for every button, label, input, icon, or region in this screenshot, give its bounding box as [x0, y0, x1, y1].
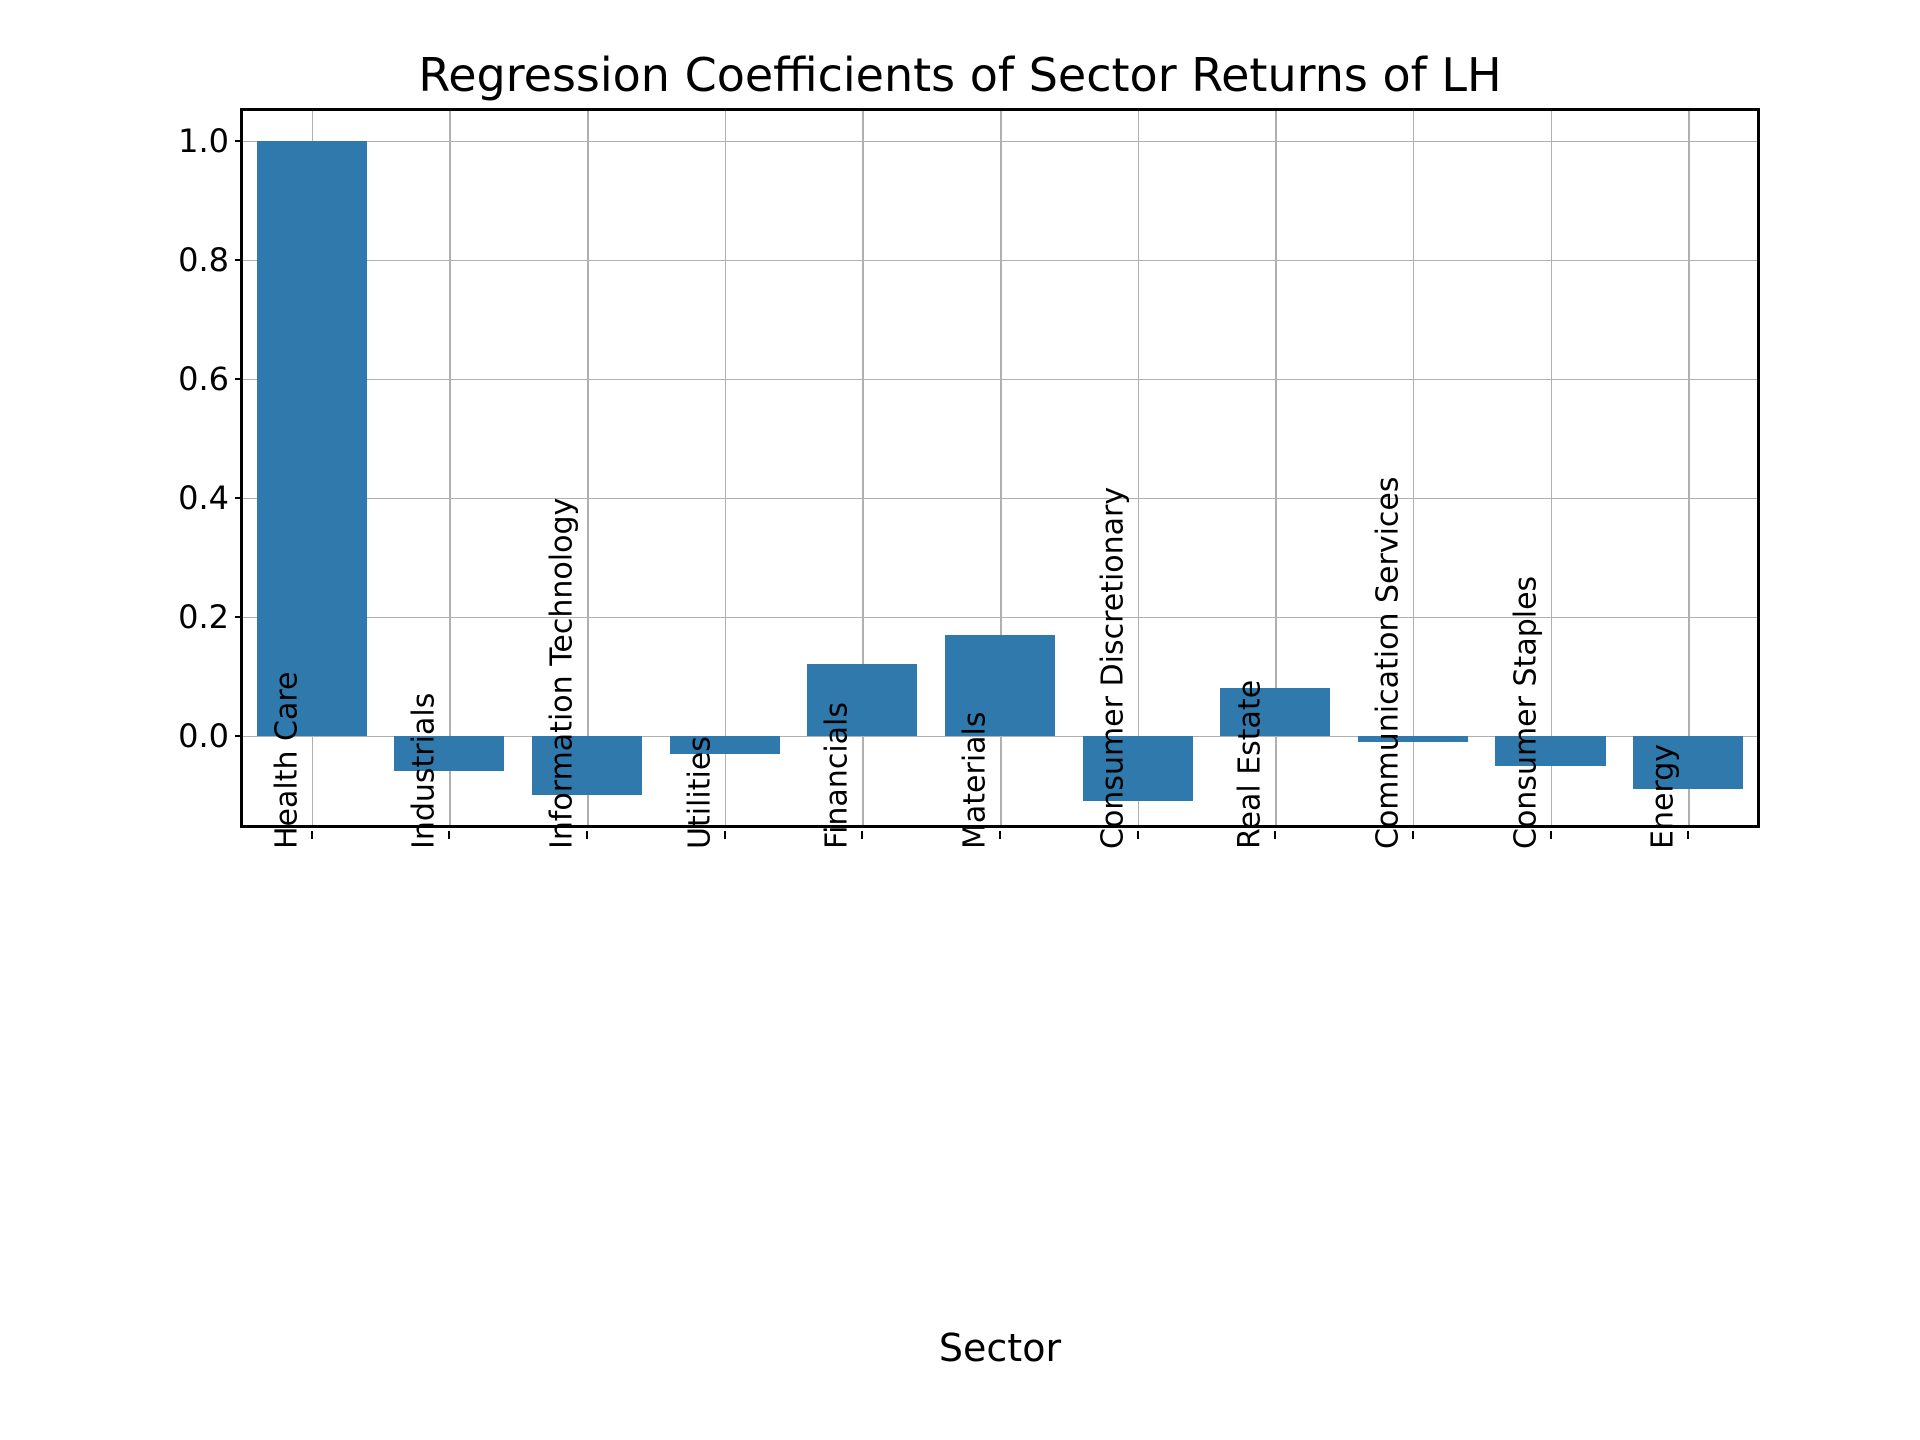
xtick-label: Utilities — [682, 736, 717, 849]
ytick-label: 0.2 — [149, 598, 229, 636]
bar — [257, 141, 367, 736]
ytick-mark — [235, 497, 243, 499]
gridline-v — [1551, 111, 1553, 825]
xtick-label: Materials — [958, 711, 993, 849]
ytick-label: 0.4 — [149, 479, 229, 517]
xtick-label: Energy — [1646, 744, 1681, 849]
xtick-mark — [724, 831, 726, 839]
xtick-mark — [1137, 831, 1139, 839]
plot-outer: Regression Coefficients 0.00.20.40.60.81… — [240, 108, 1760, 828]
xtick-label: Communication Services — [1370, 477, 1405, 850]
xtick-label: Real Estate — [1233, 680, 1268, 849]
ytick-label: 0.0 — [149, 717, 229, 755]
xtick-mark — [1412, 831, 1414, 839]
xtick-label: Industrials — [407, 693, 442, 849]
gridline-v — [1413, 111, 1415, 825]
xtick-label: Consumer Staples — [1508, 576, 1543, 849]
xtick-mark — [448, 831, 450, 839]
ytick-mark — [235, 259, 243, 261]
plot-area: 0.00.20.40.60.81.0Health CareIndustrials… — [240, 108, 1760, 828]
xtick-mark — [311, 831, 313, 839]
chart-title: Regression Coefficients of Sector Return… — [120, 40, 1800, 108]
xtick-label: Financials — [820, 702, 855, 849]
ytick-mark — [235, 616, 243, 618]
gridline-v — [449, 111, 451, 825]
ytick-label: 0.6 — [149, 360, 229, 398]
xtick-mark — [1687, 831, 1689, 839]
xtick-label: Consumer Discretionary — [1095, 487, 1130, 849]
gridline-v — [1138, 111, 1140, 825]
ytick-mark — [235, 735, 243, 737]
ytick-label: 1.0 — [149, 122, 229, 160]
gridline-v — [587, 111, 589, 825]
ytick-label: 0.8 — [149, 241, 229, 279]
gridline-v — [725, 111, 727, 825]
xtick-mark — [861, 831, 863, 839]
xtick-label: Health Care — [269, 671, 304, 849]
xtick-mark — [999, 831, 1001, 839]
ytick-mark — [235, 140, 243, 142]
xtick-mark — [1550, 831, 1552, 839]
xtick-mark — [1274, 831, 1276, 839]
gridline-v — [1688, 111, 1690, 825]
ytick-mark — [235, 378, 243, 380]
xtick-mark — [586, 831, 588, 839]
chart-container: Regression Coefficients of Sector Return… — [120, 40, 1800, 1400]
x-axis-label: Sector — [240, 1326, 1760, 1370]
xtick-label: Information Technology — [545, 498, 580, 849]
